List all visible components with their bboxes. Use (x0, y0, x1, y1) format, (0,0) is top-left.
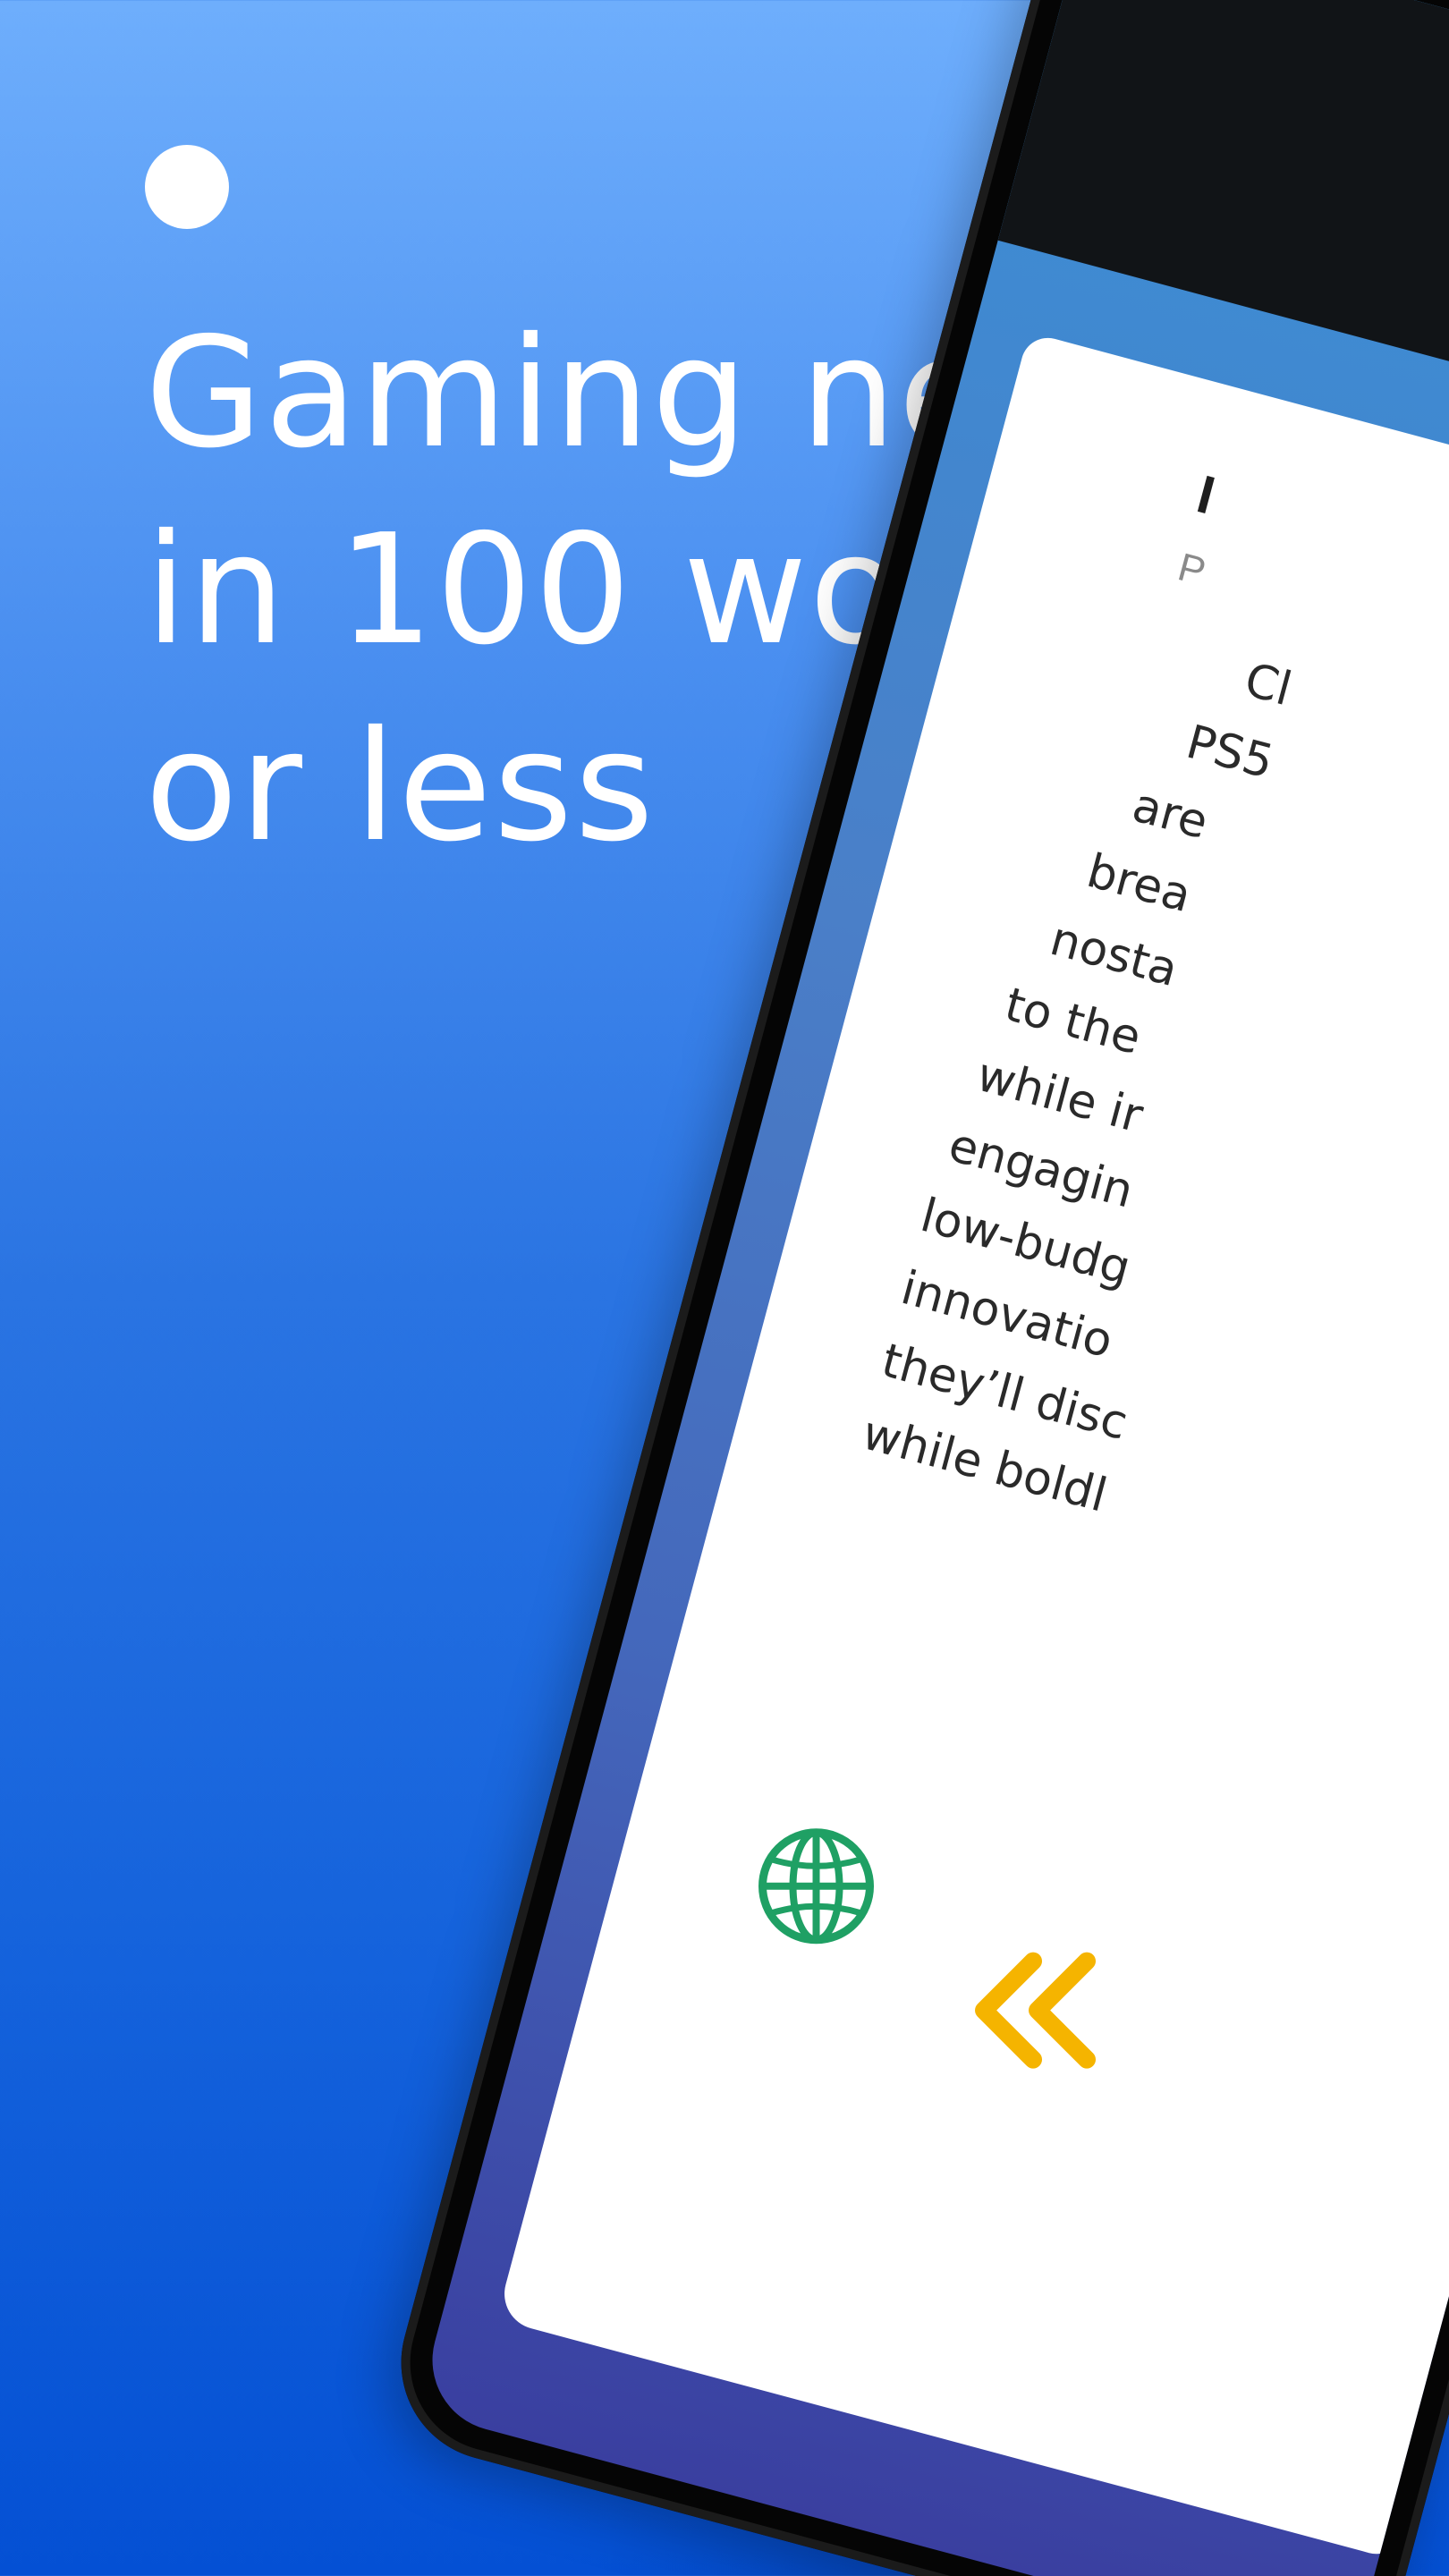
double-chevron-left-icon (975, 1952, 1097, 2069)
article-body: Cl PS5 are brea nosta to the while ir en… (854, 597, 1449, 1672)
article-source: P (1173, 545, 1210, 595)
globe-button[interactable] (754, 1824, 879, 1949)
back-button[interactable] (962, 1948, 1114, 2073)
article-title: I (1191, 463, 1222, 526)
globe-icon (758, 1828, 875, 1945)
bullet-dot (145, 145, 229, 229)
